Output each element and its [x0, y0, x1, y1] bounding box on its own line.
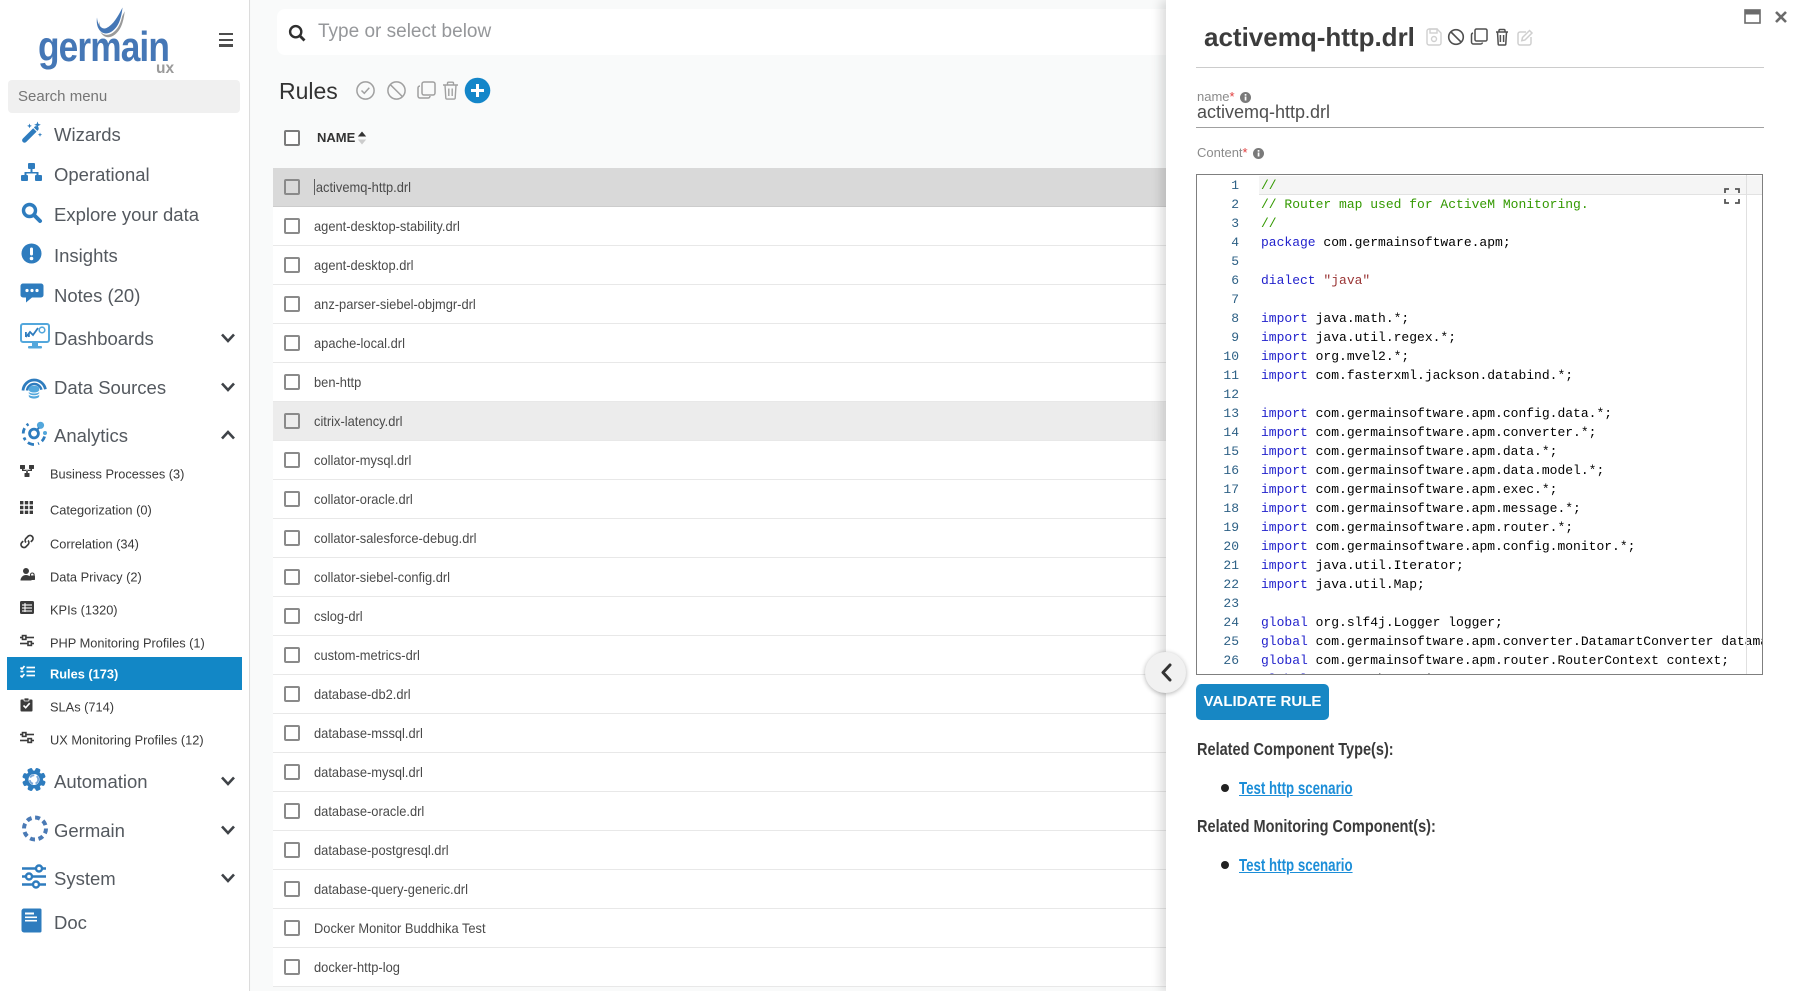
svg-text:ux: ux [156, 60, 174, 77]
svg-text:germain: germain [38, 24, 170, 71]
